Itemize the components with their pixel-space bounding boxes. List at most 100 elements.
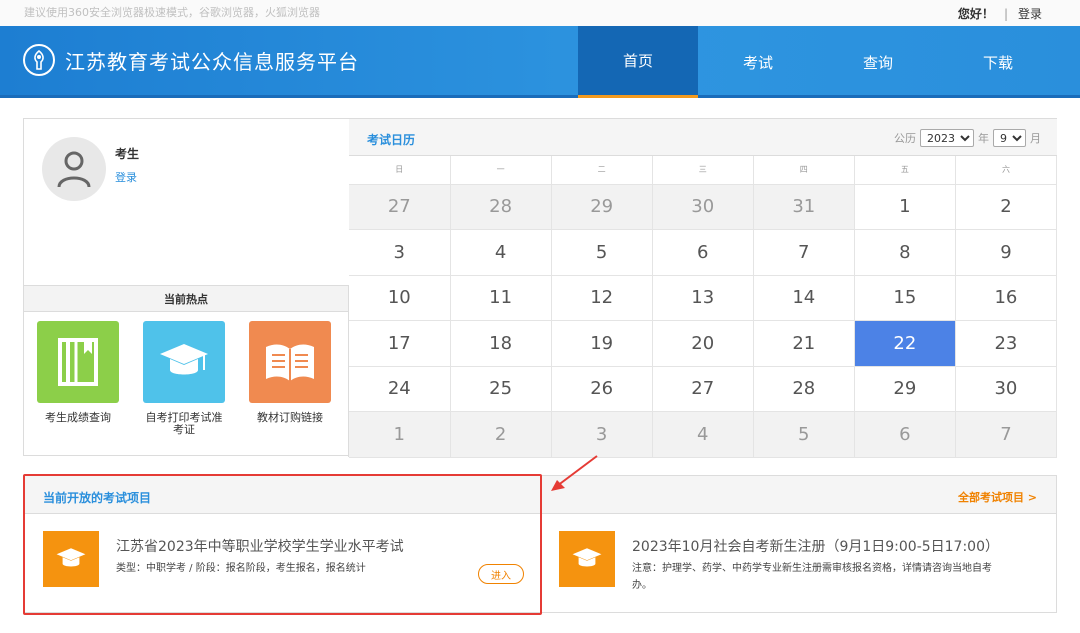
weekday-header: 一 bbox=[450, 156, 552, 185]
calendar-day[interactable]: 1 bbox=[349, 411, 451, 458]
tile-label: 自考打印考试准考证 bbox=[145, 411, 223, 436]
top-login-link[interactable]: 登录 bbox=[1018, 5, 1042, 22]
calendar-grid: 日一二三四五六 27 28 29 30 31 1 2 3 4 5 6 7 8 9 10 11 12 13 14 15 1… bbox=[349, 156, 1058, 458]
emblem-icon bbox=[23, 44, 55, 76]
calendar-day[interactable]: 1 bbox=[854, 184, 956, 230]
project-desc-line: 注意：护理学、药学、中药学专业新生注册需审核报名资格，详情请咨询当地自考 bbox=[632, 563, 992, 574]
calendar-day[interactable]: 19 bbox=[551, 320, 653, 367]
calendar-day[interactable]: 18 bbox=[450, 320, 552, 367]
calendar-title: 考试日历 bbox=[367, 133, 416, 147]
calendar-day[interactable]: 26 bbox=[551, 366, 653, 412]
calendar-day[interactable]: 16 bbox=[955, 275, 1058, 321]
browser-tip: 建议使用360安全浏览器极速模式，谷歌浏览器，火狐浏览器 bbox=[24, 6, 320, 19]
project-desc: 注意：护理学、药学、中药学专业新生注册需审核报名资格，详情请咨询当地自考 办。 bbox=[632, 560, 992, 594]
calendar-day[interactable]: 23 bbox=[955, 320, 1058, 367]
notebook-icon bbox=[37, 321, 119, 403]
all-projects-link[interactable]: 全部考试项目 > bbox=[958, 489, 1037, 505]
calendar-day[interactable]: 17 bbox=[349, 320, 451, 367]
weekday-header: 日 bbox=[349, 156, 451, 185]
calendar-day-today[interactable]: 22 bbox=[854, 320, 956, 367]
calendar-day[interactable]: 4 bbox=[450, 229, 552, 276]
nav-query[interactable]: 查询 bbox=[818, 26, 938, 98]
project-desc-line: 办。 bbox=[632, 580, 652, 591]
graduation-cap-icon bbox=[143, 321, 225, 403]
calendar-day[interactable]: 6 bbox=[854, 411, 956, 458]
calendar-day[interactable]: 28 bbox=[450, 184, 552, 230]
tile-textbook-order[interactable]: 教材订购链接 bbox=[249, 321, 331, 436]
calendar-day[interactable]: 14 bbox=[753, 275, 855, 321]
greeting-text: 您好！ bbox=[957, 7, 994, 21]
open-book-icon bbox=[249, 321, 331, 403]
site-logo[interactable]: 江苏教育考试公众信息服务平台 bbox=[23, 44, 359, 76]
calendar-day[interactable]: 11 bbox=[450, 275, 552, 321]
tile-print-admission[interactable]: 自考打印考试准考证 bbox=[143, 321, 225, 436]
calendar-day[interactable]: 27 bbox=[349, 184, 451, 230]
calendar-day[interactable]: 25 bbox=[450, 366, 552, 412]
exam-calendar: 考试日历 公历 2023 年 9 月 日一二三四五六 27 28 29 30 31 1 2 3… bbox=[349, 119, 1058, 458]
calendar-day[interactable]: 29 bbox=[854, 366, 956, 412]
calendar-type: 公历 bbox=[894, 132, 916, 145]
tile-label: 考生成绩查询 bbox=[45, 411, 111, 424]
year-select[interactable]: 2023 bbox=[920, 129, 974, 147]
user-icon bbox=[57, 151, 91, 188]
projects-title: 当前开放的考试项目 bbox=[43, 491, 152, 505]
calendar-day[interactable]: 6 bbox=[652, 229, 754, 276]
calendar-header: 考试日历 公历 2023 年 9 月 bbox=[349, 119, 1057, 156]
graduation-cap-icon bbox=[559, 531, 615, 587]
calendar-day[interactable]: 10 bbox=[349, 275, 451, 321]
nav-exams[interactable]: 考试 bbox=[698, 26, 818, 98]
calendar-day[interactable]: 21 bbox=[753, 320, 855, 367]
calendar-day[interactable]: 2 bbox=[450, 411, 552, 458]
calendar-day[interactable]: 12 bbox=[551, 275, 653, 321]
nav-download[interactable]: 下载 bbox=[938, 26, 1058, 98]
header: 江苏教育考试公众信息服务平台 首页 考试 查询 下载 bbox=[0, 26, 1080, 98]
project-name[interactable]: 江苏省2023年中等职业学校学生学业水平考试 bbox=[116, 536, 404, 556]
calendar-day[interactable]: 5 bbox=[753, 411, 855, 458]
weekday-header: 五 bbox=[854, 156, 956, 185]
calendar-day[interactable]: 30 bbox=[652, 184, 754, 230]
weekday-header: 三 bbox=[652, 156, 754, 185]
user-name: 考生 bbox=[115, 147, 140, 161]
top-bar: 建议使用360安全浏览器极速模式，谷歌浏览器，火狐浏览器 您好！ | 登录 bbox=[0, 0, 1080, 26]
site-title: 江苏教育考试公众信息服务平台 bbox=[65, 49, 359, 74]
weekday-header: 六 bbox=[955, 156, 1058, 185]
calendar-day[interactable]: 7 bbox=[955, 411, 1058, 458]
calendar-day[interactable]: 5 bbox=[551, 229, 653, 276]
calendar-day[interactable]: 13 bbox=[652, 275, 754, 321]
weekday-header: 二 bbox=[551, 156, 653, 185]
calendar-day[interactable]: 31 bbox=[753, 184, 855, 230]
calendar-day[interactable]: 29 bbox=[551, 184, 653, 230]
weekday-header: 四 bbox=[753, 156, 855, 185]
calendar-day[interactable]: 3 bbox=[551, 411, 653, 458]
calendar-day[interactable]: 7 bbox=[753, 229, 855, 276]
user-login-link[interactable]: 登录 bbox=[115, 169, 137, 185]
tile-score-query[interactable]: 考生成绩查询 bbox=[37, 321, 119, 436]
calendar-day[interactable]: 3 bbox=[349, 229, 451, 276]
main-panel: 考生 登录 当前热点 考生成绩查询 自考打印考试准考证 教材订购链接 考试日历 … bbox=[23, 118, 1058, 458]
calendar-day[interactable]: 9 bbox=[955, 229, 1058, 276]
project-name[interactable]: 2023年10月社会自考新生注册（9月1日9:00-5日17:00） bbox=[632, 536, 999, 556]
avatar bbox=[42, 137, 106, 201]
arrow-icon bbox=[551, 455, 598, 491]
open-projects: 当前开放的考试项目 全部考试项目 > 江苏省2023年中等职业学校学生学业水平考… bbox=[23, 475, 1057, 613]
user-box: 考生 登录 bbox=[24, 119, 349, 285]
enter-button[interactable]: 进入 bbox=[478, 564, 524, 584]
calendar-day[interactable]: 8 bbox=[854, 229, 956, 276]
calendar-day[interactable]: 30 bbox=[955, 366, 1058, 412]
calendar-day[interactable]: 20 bbox=[652, 320, 754, 367]
nav-home[interactable]: 首页 bbox=[578, 26, 698, 98]
month-select[interactable]: 9 bbox=[993, 129, 1026, 147]
month-unit: 月 bbox=[1030, 132, 1041, 145]
calendar-day[interactable]: 24 bbox=[349, 366, 451, 412]
calendar-day[interactable]: 27 bbox=[652, 366, 754, 412]
projects-header: 当前开放的考试项目 全部考试项目 > bbox=[24, 476, 1056, 514]
separator: | bbox=[1003, 6, 1008, 21]
project-desc: 类型：中职学考 / 阶段：报名阶段，考生报名，报名统计 bbox=[116, 563, 366, 574]
calendar-day[interactable]: 2 bbox=[955, 184, 1058, 230]
calendar-day[interactable]: 4 bbox=[652, 411, 754, 458]
hot-topics: 当前热点 考生成绩查询 自考打印考试准考证 教材订购链接 bbox=[24, 285, 349, 457]
top-user-area: 您好！ | 登录 bbox=[958, 5, 1042, 22]
calendar-day[interactable]: 28 bbox=[753, 366, 855, 412]
calendar-day[interactable]: 15 bbox=[854, 275, 956, 321]
hot-topics-title: 当前热点 bbox=[24, 286, 348, 312]
